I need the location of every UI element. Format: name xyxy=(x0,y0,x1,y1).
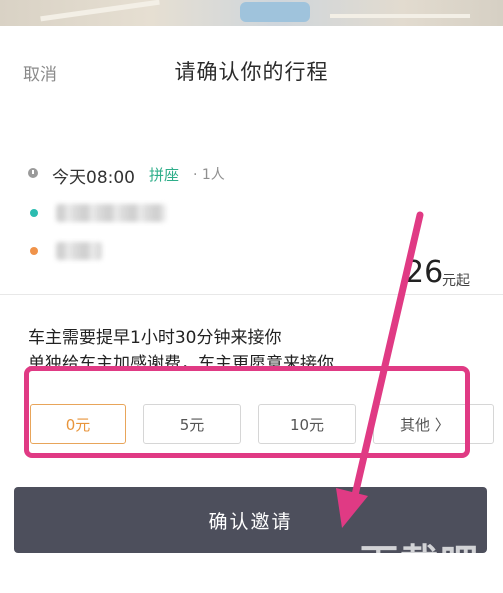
carpool-tag: 拼座 xyxy=(149,166,180,184)
sheet-header: 取消 请确认你的行程 xyxy=(0,26,503,114)
map-background xyxy=(0,0,503,28)
fee-option-5[interactable]: 5元 xyxy=(143,404,241,444)
clock-icon xyxy=(28,168,38,178)
destination-dot-icon xyxy=(30,247,38,255)
passenger-count: · 1人 xyxy=(193,167,225,183)
page-title: 请确认你的行程 xyxy=(174,60,329,84)
trip-confirm-sheet: 取消 请确认你的行程 今天08:00 拼座 · 1人 26 元起 车主需要提早1… xyxy=(0,26,503,593)
map-road xyxy=(40,0,160,22)
origin-dot-icon xyxy=(30,209,38,217)
watermark-logo: 下载吧 xyxy=(360,541,481,585)
watermark-url: www.xiazaiba.com xyxy=(420,582,503,593)
origin-address-blurred xyxy=(56,204,166,222)
map-water xyxy=(240,2,310,22)
fee-option-0[interactable]: 0元 xyxy=(30,404,126,444)
trip-summary: 今天08:00 拼座 · 1人 26 元起 xyxy=(0,156,503,290)
trip-time: 今天08:00 xyxy=(52,168,135,188)
destination-address-blurred xyxy=(56,242,102,260)
fee-option-10[interactable]: 10元 xyxy=(258,404,356,444)
pickup-note: 车主需要提早1小时30分钟来接你 xyxy=(28,328,282,348)
price-unit: 元起 xyxy=(442,273,470,289)
price-value: 26 xyxy=(405,255,444,290)
trip-origin-row xyxy=(0,198,503,228)
trip-time-row: 今天08:00 拼座 · 1人 xyxy=(0,158,503,188)
thanks-fee-options: 0元 5元 10元 其他 〉 xyxy=(24,366,494,458)
section-divider xyxy=(0,294,503,295)
fee-option-other[interactable]: 其他 〉 xyxy=(373,404,494,444)
map-road xyxy=(330,14,470,18)
